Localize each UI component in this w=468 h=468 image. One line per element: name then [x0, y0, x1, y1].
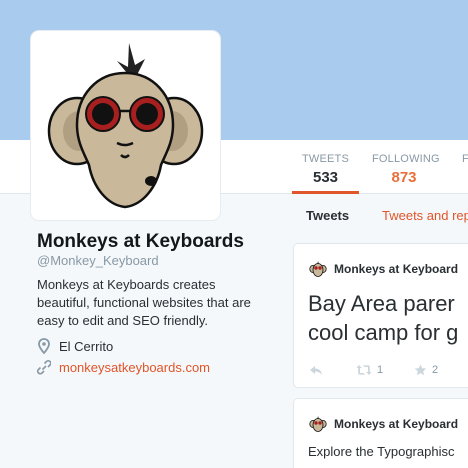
stat-following-value: 873	[391, 169, 417, 186]
tweet-card[interactable]: Monkeys at Keyboard Explore the Typograp…	[293, 398, 468, 468]
tweet-author[interactable]: Monkeys at Keyboard	[309, 260, 458, 278]
stat-tweets-value: 533	[312, 169, 339, 186]
link-icon	[37, 359, 51, 375]
stat-tweets[interactable]: TWEETS 533	[292, 153, 359, 194]
retweet-count: 1	[377, 364, 384, 376]
profile-avatar[interactable]	[31, 31, 220, 220]
tweet-card[interactable]: Monkeys at Keyboard Bay Area parer cool …	[293, 243, 468, 388]
tweet-author-name[interactable]: Monkeys at Keyboard	[334, 417, 458, 431]
profile-location-text: El Cerrito	[59, 338, 114, 354]
map-pin-icon	[38, 338, 50, 354]
stat-tweets-label: TWEETS	[301, 153, 350, 165]
retweet-icon	[356, 365, 372, 375]
reply-icon	[310, 366, 322, 375]
stat-followers-label: F	[462, 153, 468, 165]
profile-name: Monkeys at Keyboards	[37, 231, 244, 252]
profile-website-link[interactable]: monkeysatkeyboards.com	[59, 360, 210, 375]
monkey-avatar-icon	[309, 261, 327, 277]
tweet-text-line: cool camp for g	[308, 320, 459, 345]
tab-tweets[interactable]: Tweets	[306, 208, 349, 223]
monkey-avatar-icon	[309, 416, 327, 432]
tab-tweets-and-replies[interactable]: Tweets and rep	[382, 208, 468, 223]
tweet-text: Explore the Typographisc	[308, 444, 455, 459]
profile-location: El Cerrito	[37, 338, 113, 354]
profile-handle[interactable]: @Monkey_Keyboard	[37, 253, 159, 268]
favorite-button[interactable]: 2	[414, 364, 438, 376]
tweets-tab-bar: Tweets Tweets and rep	[293, 195, 468, 233]
star-icon	[414, 364, 427, 376]
retweet-button[interactable]: 1	[356, 364, 383, 376]
tweet-author-name[interactable]: Monkeys at Keyboard	[334, 262, 458, 276]
reply-button[interactable]	[309, 364, 323, 376]
stat-followers[interactable]: F	[462, 153, 468, 194]
favorite-count: 2	[432, 364, 439, 376]
tweet-text: Bay Area parer cool camp for g	[308, 289, 468, 347]
stat-following[interactable]: FOLLOWING 873	[372, 153, 440, 194]
tweet-author[interactable]: Monkeys at Keyboard	[309, 415, 458, 433]
profile-website[interactable]: monkeysatkeyboards.com	[37, 359, 210, 375]
profile-bio: Monkeys at Keyboards creates beautiful, …	[37, 277, 251, 328]
stat-following-label: FOLLOWING	[372, 153, 440, 165]
tweet-text-line: Bay Area parer	[308, 291, 455, 316]
monkey-logo-icon	[47, 43, 204, 209]
